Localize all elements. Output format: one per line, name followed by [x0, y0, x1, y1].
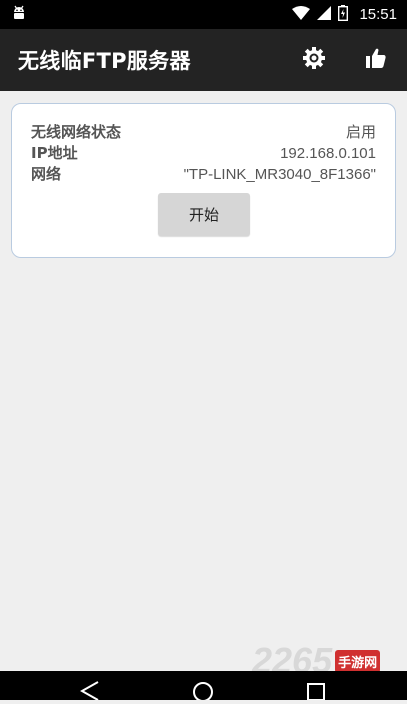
like-button[interactable]	[345, 29, 407, 91]
wifi-status-row: 无线网络状态 启用	[31, 122, 376, 143]
signal-icon	[317, 5, 332, 24]
network-row: 网络 "TP-LINK_MR3040_8F1366"	[31, 164, 376, 185]
watermark-text: 手游网	[335, 649, 381, 673]
main-content: 无线网络状态 启用 IP地址 192.168.0.101 网络 "TP-LINK…	[0, 91, 407, 671]
wifi-status-value: 启用	[345, 124, 376, 141]
network-value: "TP-LINK_MR3040_8F1366"	[183, 166, 376, 183]
android-icon	[12, 5, 26, 25]
recents-button[interactable]	[306, 681, 326, 704]
app-bar: 无线临FTP服务器	[0, 29, 407, 91]
start-button[interactable]: 开始	[158, 193, 250, 236]
navigation-bar	[0, 671, 407, 702]
status-icons: 15:51	[292, 4, 397, 25]
settings-button[interactable]	[283, 29, 345, 91]
wifi-icon	[292, 5, 311, 24]
ip-address-label: IP地址	[31, 144, 78, 162]
app-actions	[283, 29, 407, 91]
network-label: 网络	[31, 165, 62, 183]
battery-icon	[338, 4, 349, 25]
app-title: 无线临FTP服务器	[18, 49, 191, 73]
ip-address-value: 192.168.0.101	[280, 145, 376, 162]
ip-address-row: IP地址 192.168.0.101	[31, 143, 376, 164]
wifi-status-label: 无线网络状态	[31, 123, 122, 141]
thumbs-up-icon	[365, 47, 387, 73]
status-time: 15:51	[359, 6, 397, 23]
status-bar: 15:51	[0, 0, 407, 29]
home-button[interactable]	[192, 681, 214, 704]
back-button[interactable]	[79, 681, 100, 704]
status-card: 无线网络状态 启用 IP地址 192.168.0.101 网络 "TP-LINK…	[11, 103, 396, 258]
gear-icon	[302, 46, 326, 74]
